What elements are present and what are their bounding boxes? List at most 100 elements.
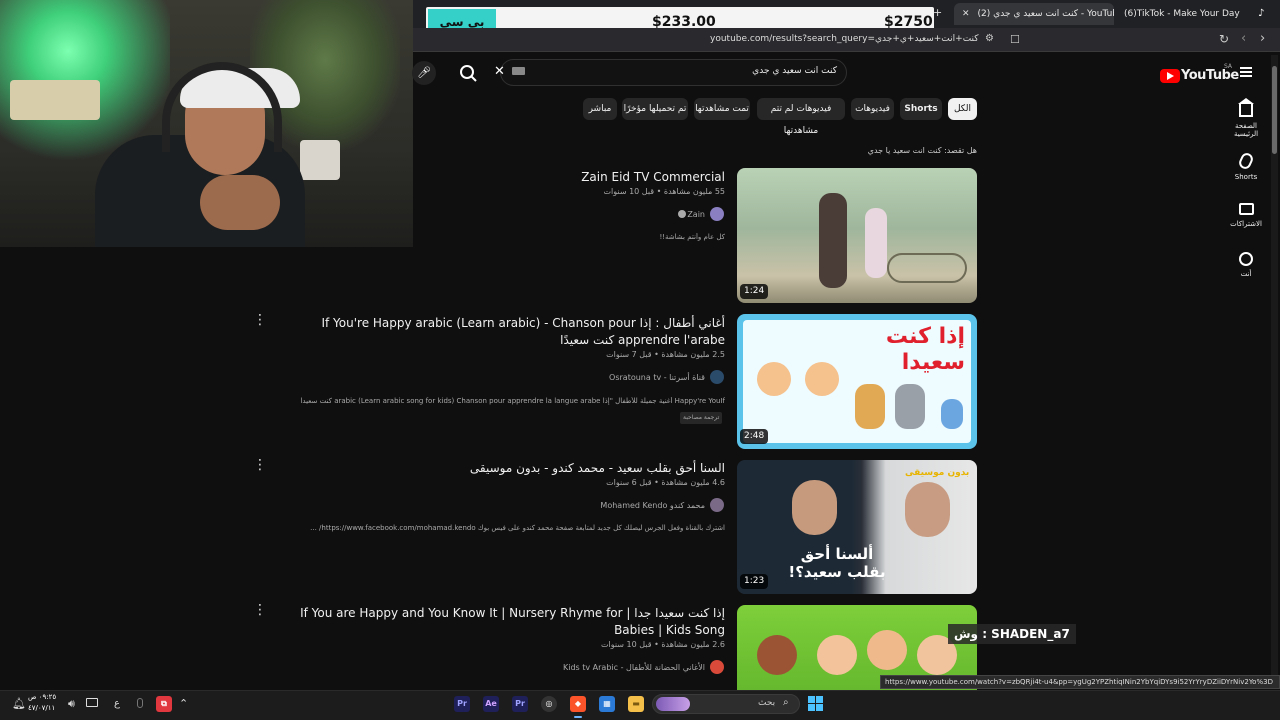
nav-shorts[interactable]: Shorts <box>1228 151 1264 181</box>
video-thumbnail-1[interactable] <box>737 168 977 303</box>
menu-icon[interactable] <box>1240 67 1252 77</box>
tab-tiktok-label: (6)TikTok - Make Your Day <box>1124 9 1240 19</box>
video-meta-2: 2.5 مليون مشاهدة • قبل 7 سنوات <box>606 350 725 359</box>
search-input[interactable]: كنت انت سعيد ي جدي <box>700 66 837 76</box>
more-vert-icon: ⋮ <box>253 602 267 618</box>
youtube-logo-text: YouTube <box>1181 68 1239 83</box>
video-thumbnail-2[interactable]: إذا كنت سعيدا <box>737 314 977 449</box>
thumb-singer-1 <box>792 480 837 535</box>
nav-home[interactable]: الصفحة الرئيسية <box>1228 98 1264 138</box>
close-tab-icon[interactable]: ✕ <box>962 9 970 19</box>
duration-badge-1: 1:24 <box>740 284 769 299</box>
taskbar-search[interactable]: بحث ⌕ <box>652 694 800 714</box>
channel-name-2[interactable]: Osratouna tv - قناة أسرتنا <box>560 373 705 382</box>
thumb-kid-2 <box>805 362 839 396</box>
nav-home-label: الصفحة الرئيسية <box>1233 122 1259 138</box>
nav-subscriptions-label: الاشتراكات <box>1230 220 1262 228</box>
reload-icon[interactable]: ↻ <box>1219 32 1229 46</box>
nav-subscriptions[interactable]: الاشتراكات <box>1228 203 1264 228</box>
webcam-overlay <box>0 0 413 247</box>
video-thumbnail-3[interactable]: بدون موسيقى ألسنا أحق بقلب سعيد؟! <box>737 460 977 594</box>
thumb-singer-2 <box>905 482 950 537</box>
nav-you-label: أنت <box>1240 270 1252 278</box>
home-icon <box>1238 98 1254 117</box>
channel-avatar-1[interactable] <box>710 207 724 221</box>
scrollbar-thumb[interactable] <box>1272 66 1277 154</box>
channel-avatar-4[interactable] <box>710 660 724 674</box>
status-url: https://www.youtube.com/watch?v=zbQRji4t… <box>880 675 1280 689</box>
thumb-bird <box>941 399 963 429</box>
obs-icon[interactable]: ◎ <box>541 696 557 712</box>
more-actions-button-2[interactable]: ⋮ <box>253 312 267 328</box>
video-title-2[interactable]: أغاني أطفال : إذا If You're Happy arabic… <box>280 315 725 349</box>
clock-date[interactable]: ٤٧/٠٧/١١ <box>28 704 55 712</box>
tray-app-icon[interactable]: ⧉ <box>156 696 172 712</box>
chip-watched[interactable]: تمت مشاهدتها <box>694 98 750 120</box>
search-icon <box>460 65 477 82</box>
active-app-indicator <box>574 716 582 718</box>
chip-shorts[interactable]: Shorts <box>900 98 942 120</box>
language-indicator[interactable]: ع <box>114 698 120 709</box>
nav-you[interactable]: أنت <box>1228 252 1264 278</box>
volume-icon[interactable]: 🔊︎ <box>68 697 75 711</box>
did-you-mean[interactable]: هل تقصد: كنت انت سعيد يا جدي <box>820 146 977 155</box>
taskbar-search-icon: ⌕ <box>783 697 789 708</box>
more-vert-icon: ⋮ <box>253 457 267 473</box>
notification-icon[interactable]: 🔔︎ <box>12 697 26 710</box>
thumb-cat <box>855 384 885 429</box>
microphone-icon[interactable]: 🎤︎ <box>412 61 436 85</box>
back-icon[interactable]: ‹ <box>1241 31 1246 46</box>
tray-chevron-icon[interactable]: ⌃ <box>179 697 188 710</box>
tab-youtube[interactable]: ✕ (2) كنت انت سعيد ي جدي - YouTube <box>954 3 1114 25</box>
file-explorer-icon[interactable]: ▬ <box>628 696 644 712</box>
network-icon[interactable] <box>86 698 98 707</box>
video-title-3[interactable]: السنا أحق بقلب سعيد - محمد كندو - بدون م… <box>430 460 725 477</box>
forward-icon[interactable]: › <box>1260 31 1265 46</box>
chat-overlay: SHADEN_a7 : وش <box>948 624 1076 644</box>
premiere-2-icon[interactable]: Pr <box>512 696 528 712</box>
store-icon[interactable]: ▦ <box>599 696 615 712</box>
video-description-3: اشترك بالقناة وفعل الجرس ليصلك كل جديد ل… <box>310 524 725 532</box>
new-tab-button[interactable]: + <box>933 6 942 19</box>
after-effects-icon[interactable]: Ae <box>483 696 499 712</box>
site-settings-icon[interactable]: ⚙ <box>985 33 994 44</box>
keyboard-icon[interactable] <box>512 67 525 75</box>
brave-icon[interactable]: ◆ <box>570 696 586 712</box>
channel-name-3[interactable]: Mohamed Kendo محمد كندو <box>560 501 705 510</box>
thumb-chairs <box>887 253 967 283</box>
channel-avatar-2[interactable] <box>710 370 724 384</box>
duration-badge-3: 1:23 <box>740 574 769 589</box>
start-button[interactable] <box>808 696 824 712</box>
subscriptions-icon <box>1238 203 1254 215</box>
more-vert-icon: ⋮ <box>253 312 267 328</box>
chip-all[interactable]: الكل <box>948 98 977 120</box>
video-description-2: Happy're YouIf أغنية جميلة للأطفال "إذا … <box>300 397 725 405</box>
thumb-kid-1 <box>757 362 791 396</box>
taskbar-search-image <box>656 697 690 711</box>
tab-youtube-label: (2) كنت انت سعيد ي جدي - YouTube <box>977 9 1114 19</box>
mic-tray-icon[interactable] <box>137 698 143 708</box>
channel-avatar-3[interactable] <box>710 498 724 512</box>
channel-name-4[interactable]: Kids tv Arabic - الأغاني الحضانة للأطفال <box>540 663 705 672</box>
chip-mubashir[interactable]: مباشر <box>583 98 617 120</box>
thumb-kid-b <box>817 635 857 675</box>
url-text[interactable]: youtube.com/results?search_query=كنت+انت… <box>710 34 980 44</box>
bookmark-icon[interactable]: ☐ <box>1010 33 1020 46</box>
chip-recent[interactable]: تم تحميلها مؤخرًا <box>622 98 688 120</box>
search-button[interactable] <box>452 60 486 86</box>
chip-unwatched[interactable]: فيديوهات لم تتم مشاهدتها <box>757 98 845 136</box>
chip-videos[interactable]: فيديوهات <box>851 98 894 120</box>
more-actions-button-3[interactable]: ⋮ <box>253 457 267 473</box>
premiere-icon[interactable]: Pr <box>454 696 470 712</box>
tab-tiktok[interactable]: (6)TikTok - Make Your Day <box>1116 3 1246 25</box>
thumb-kid-c <box>867 630 907 670</box>
channel-name-1[interactable]: Zain <box>600 210 705 219</box>
video-meta-4: 2.6 مليون مشاهدة • قبل 10 سنوات <box>600 640 725 649</box>
clock-time[interactable]: ٠٩:٢٥ ص <box>28 693 56 701</box>
taskbar-search-placeholder: بحث <box>758 698 776 708</box>
thumb-no-music-tag: بدون موسيقى <box>905 468 970 478</box>
video-title-1[interactable]: Zain Eid TV Commercial <box>430 169 725 186</box>
clear-search-icon[interactable]: ✕ <box>494 64 505 79</box>
more-actions-button-4[interactable]: ⋮ <box>253 602 267 618</box>
video-title-4[interactable]: إذا كنت سعيدا جدا | If You are Happy and… <box>280 605 725 639</box>
